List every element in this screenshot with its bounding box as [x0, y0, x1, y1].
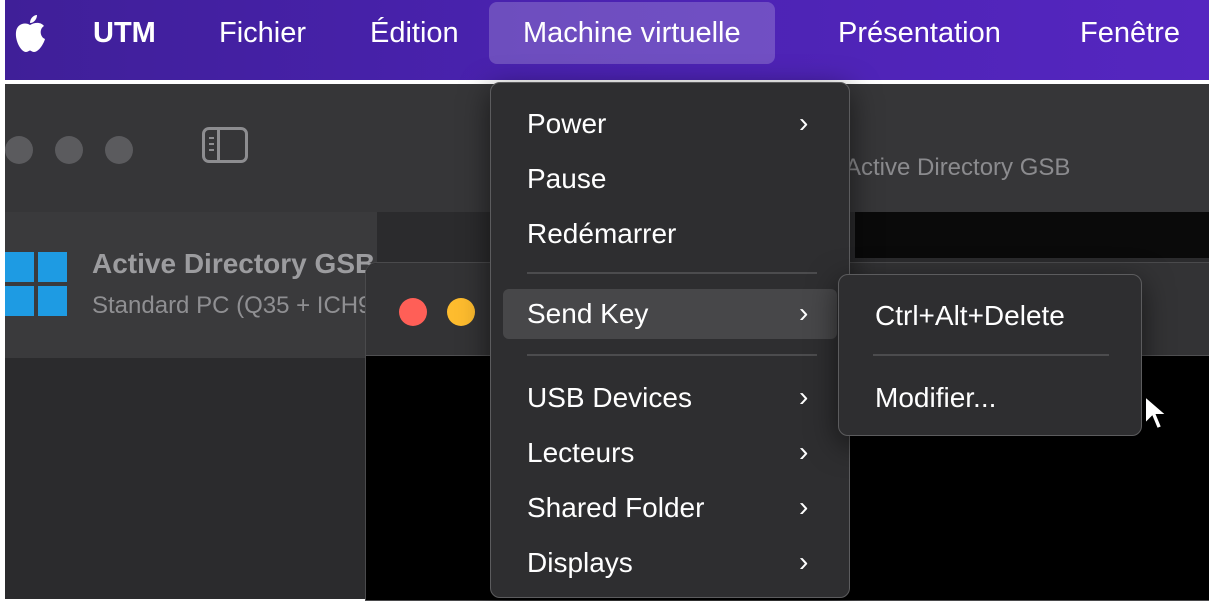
vm-name: Active Directory GSB [92, 248, 376, 279]
menu-item-label: Redémarrer [527, 218, 677, 249]
vm-list-item[interactable]: Active Directory GSB Standard PC (Q35 + … [5, 212, 446, 358]
menu-separator [527, 354, 817, 356]
chevron-right-icon: › [799, 381, 809, 412]
mouse-cursor-icon [1144, 394, 1170, 431]
menu-item-pause[interactable]: Pause [503, 154, 837, 204]
menu-presentation[interactable]: Présentation [838, 0, 1001, 64]
minimize-button[interactable] [55, 136, 83, 164]
menu-machine-virtuelle[interactable]: Machine virtuelle [489, 2, 775, 64]
menu-separator [873, 354, 1109, 356]
menu-fichier[interactable]: Fichier [219, 0, 306, 64]
menu-item-label: Pause [527, 163, 607, 194]
menu-fenetre[interactable]: Fenêtre [1080, 0, 1180, 64]
submenu-item-ctrl-alt-delete[interactable]: Ctrl+Alt+Delete [849, 291, 1131, 341]
menu-item-power[interactable]: Power › [503, 99, 837, 149]
menu-item-label: Send Key [527, 298, 649, 329]
menu-item-redemarrer[interactable]: Redémarrer [503, 209, 837, 259]
vm-minimize-button[interactable] [447, 298, 475, 326]
chevron-right-icon: › [799, 436, 809, 467]
zoom-button[interactable] [105, 136, 133, 164]
submenu-item-label: Ctrl+Alt+Delete [875, 300, 1065, 331]
submenu-item-modifier[interactable]: Modifier... [849, 373, 1131, 423]
submenu-item-label: Modifier... [875, 382, 997, 413]
windows-logo-icon [5, 252, 67, 316]
menu-item-label: Lecteurs [527, 437, 635, 468]
menu-item-displays[interactable]: Displays › [503, 538, 837, 588]
menu-separator [527, 272, 817, 274]
chevron-right-icon: › [799, 546, 809, 577]
chevron-right-icon: › [799, 107, 809, 138]
sidebar-toggle-icon[interactable] [202, 127, 248, 163]
window-title: Active Directory GSB [845, 154, 1071, 181]
menu-utm[interactable]: UTM [93, 0, 156, 64]
vm-display-strip [855, 212, 1209, 258]
chevron-right-icon: › [799, 491, 809, 522]
chevron-right-icon: › [799, 297, 809, 328]
menu-item-usb-devices[interactable]: USB Devices › [503, 373, 837, 423]
vm-close-button[interactable] [399, 298, 427, 326]
menu-item-shared-folder[interactable]: Shared Folder › [503, 483, 837, 533]
menu-item-label: Shared Folder [527, 492, 705, 523]
menu-item-label: Displays [527, 547, 633, 578]
menu-item-lecteurs[interactable]: Lecteurs › [503, 428, 837, 478]
menu-edition[interactable]: Édition [370, 0, 459, 64]
menu-item-label: USB Devices [527, 382, 692, 413]
apple-logo-icon[interactable] [13, 14, 47, 54]
send-key-submenu: Ctrl+Alt+Delete Modifier... [838, 274, 1142, 436]
menu-bar: UTM Fichier Édition Machine virtuelle Pr… [5, 0, 1209, 80]
menu-item-send-key[interactable]: Send Key › [503, 289, 837, 339]
close-button[interactable] [5, 136, 33, 164]
machine-virtuelle-menu: Power › Pause Redémarrer Send Key › USB … [490, 82, 850, 598]
menu-item-label: Power [527, 108, 607, 139]
